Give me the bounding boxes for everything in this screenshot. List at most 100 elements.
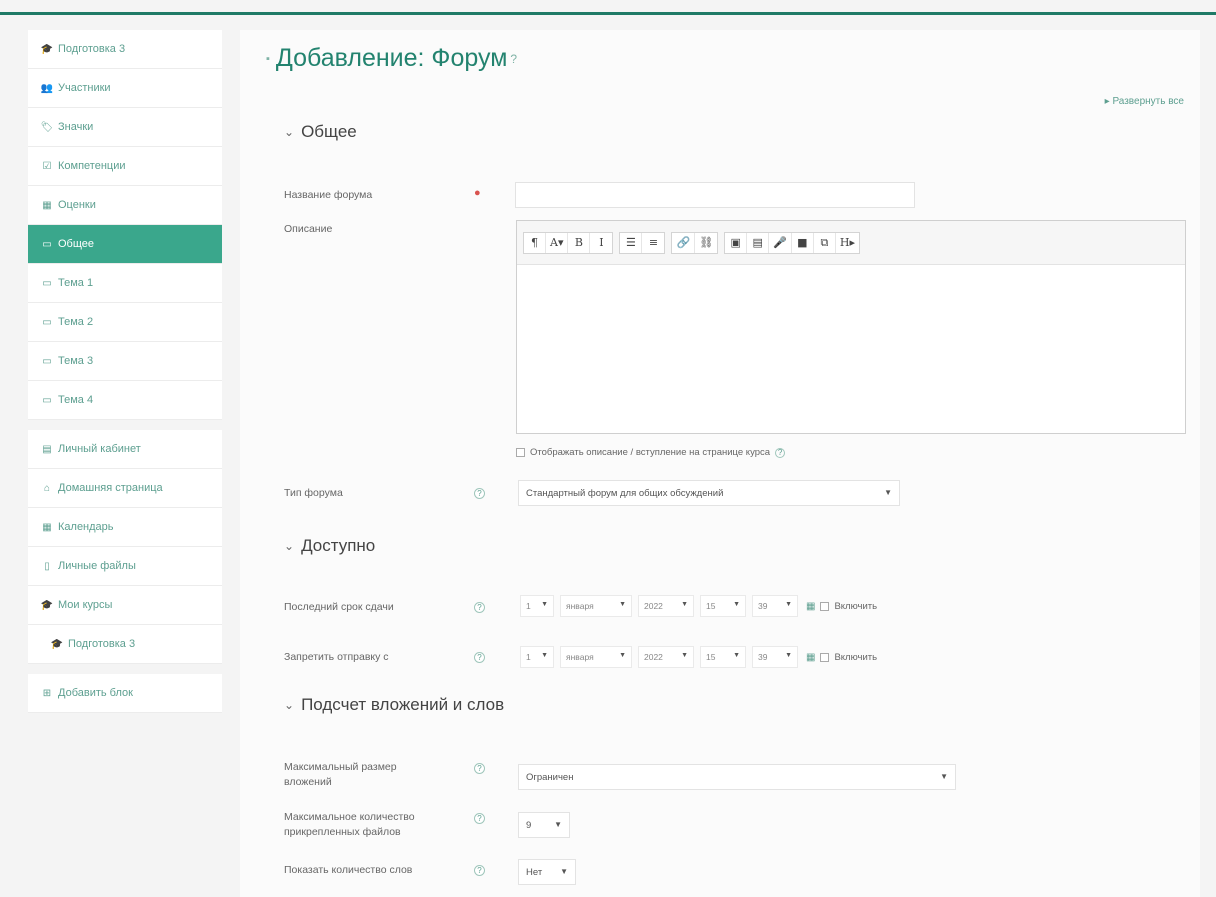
help-icon[interactable]: ?	[775, 447, 786, 458]
help-icon[interactable]: ?	[474, 865, 485, 876]
sidebar-item[interactable]: ▦ Оценки	[28, 186, 222, 225]
forum-type-select[interactable]: Стандартный форум для общих обсуждений ▼	[518, 480, 900, 506]
sidebar-item[interactable]: ⌂ Домашняя страница	[28, 469, 222, 508]
enable-toggle: Включить	[820, 601, 877, 612]
audio-button[interactable]: 🎤	[769, 232, 792, 253]
year-value: 2022	[644, 652, 663, 662]
help-icon[interactable]: ?	[510, 52, 517, 66]
toolbar-group: ☰ ≡	[619, 231, 666, 254]
help-icon[interactable]: ?	[474, 602, 485, 613]
sidebar-item-label: Тема 2	[58, 316, 94, 328]
description-label: Описание	[284, 223, 333, 235]
section-general-header[interactable]: ⌄ Общее	[284, 122, 357, 142]
bold-button[interactable]: B	[568, 232, 591, 253]
ordered-list-button[interactable]: ≡	[642, 233, 664, 253]
caret-down-icon: ▼	[541, 601, 548, 608]
section-availability-header[interactable]: ⌄ Доступно	[284, 536, 375, 556]
forum-type-value: Стандартный форум для общих обсуждений	[526, 487, 724, 499]
sidebar-item[interactable]: 🎓 Мои курсы	[28, 586, 222, 625]
folder-icon: ▭	[42, 355, 52, 367]
year-value: 2022	[644, 601, 663, 611]
caret-down-icon: ▼	[785, 601, 792, 608]
help-icon[interactable]: ?	[474, 813, 485, 824]
sidebar-item-label: Оценки	[58, 199, 96, 211]
description-editor: ¶ A▾ B I ☰ ≡ 🔗 ⛓ ▣ ▤ 🎤 ■ ⧉ H▸	[516, 220, 1186, 434]
forum-type-label: Тип форума	[284, 487, 343, 499]
sidebar-item[interactable]: ▭ Тема 4	[28, 381, 222, 420]
sidebar-item[interactable]: ▭ Общее	[28, 225, 222, 264]
folder-icon: ▭	[42, 277, 52, 289]
max-attachment-size-select[interactable]: Ограничен ▼	[518, 764, 956, 790]
section-availability-title: Доступно	[301, 536, 376, 555]
sidebar-item[interactable]: ▤ Личный кабинет	[28, 430, 222, 469]
sidebar-item[interactable]: ▦ Календарь	[28, 508, 222, 547]
media-button[interactable]: ▤	[747, 232, 770, 253]
hour-select[interactable]: 15 ▼	[700, 646, 746, 668]
caret-down-icon: ▼	[940, 772, 948, 781]
sidebar-item-label: Подготовка 3	[58, 43, 126, 55]
italic-button[interactable]: I	[590, 233, 612, 253]
video-button[interactable]: ■	[792, 232, 814, 253]
sidebar-item[interactable]: ▯ Личные файлы	[28, 547, 222, 586]
chevron-down-icon: ⌄	[284, 539, 295, 553]
expand-all-link[interactable]: ▸ Развернуть все	[1105, 96, 1184, 107]
unlink-button[interactable]: ⛓	[695, 233, 717, 253]
year-select[interactable]: 2022 ▼	[638, 646, 694, 668]
max-attachments-value: 9	[526, 819, 532, 831]
show-description-checkbox[interactable]	[516, 448, 525, 457]
sidebar-item[interactable]: 🏷 Значки	[28, 108, 222, 147]
sidebar-item[interactable]: ▭ Тема 1	[28, 264, 222, 303]
hour-select[interactable]: 15 ▼	[700, 595, 746, 617]
sidebar-item-label: Общее	[58, 238, 95, 250]
minute-value: 39	[758, 601, 768, 611]
toolbar-group: ▣ ▤ 🎤 ■ ⧉ H▸	[724, 231, 860, 254]
help-icon[interactable]: ?	[474, 763, 485, 774]
sidebar-item[interactable]: 🎓 Подготовка 3	[28, 30, 222, 69]
sidebar-item[interactable]: 👥 Участники	[28, 69, 222, 108]
file-button[interactable]: ⧉	[814, 232, 836, 253]
day-select[interactable]: 1 ▼	[520, 646, 554, 668]
required-icon: ●	[474, 187, 481, 199]
max-attachment-size-label: Максимальный размер вложений	[284, 761, 397, 788]
year-select[interactable]: 2022 ▼	[638, 595, 694, 617]
month-select[interactable]: января ▼	[560, 595, 632, 617]
due-date-row: 1 ▼ января ▼ 2022 ▼ 15 ▼ 39 ▼ ▦ Включить	[520, 595, 877, 617]
font-style-button[interactable]: A▾	[546, 232, 569, 253]
sidebar-item[interactable]: ☑ Компетенции	[28, 147, 222, 186]
badge-icon: 🏷	[40, 121, 54, 133]
enable-checkbox[interactable]	[820, 601, 830, 611]
minute-value: 39	[758, 652, 768, 662]
folder-icon: ▭	[42, 394, 52, 406]
check-square-icon: ☑	[42, 160, 52, 172]
show-description-row: Отображать описание / вступление на стра…	[516, 447, 786, 458]
enable-checkbox[interactable]	[820, 652, 830, 662]
unordered-list-button[interactable]: ☰	[620, 232, 643, 253]
help-icon[interactable]: ?	[474, 488, 485, 499]
paragraph-button[interactable]: ¶	[524, 232, 546, 253]
description-textarea[interactable]	[517, 265, 1185, 433]
help-icon[interactable]: ?	[474, 652, 485, 663]
sidebar-item[interactable]: ⊞ Добавить блок	[28, 674, 222, 713]
month-select[interactable]: января ▼	[560, 646, 632, 668]
sidebar-item[interactable]: ▭ Тема 3	[28, 342, 222, 381]
day-select[interactable]: 1 ▼	[520, 595, 554, 617]
calendar-icon[interactable]: ▦	[806, 601, 815, 612]
day-value: 1	[526, 652, 531, 662]
section-attachments-header[interactable]: ⌄ Подсчет вложений и слов	[284, 695, 504, 715]
calendar-icon[interactable]: ▦	[806, 652, 815, 663]
sidebar-item[interactable]: 🎓 Подготовка 3	[28, 625, 222, 664]
sidebar-item[interactable]: ▭ Тема 2	[28, 303, 222, 342]
h5p-button[interactable]: H▸	[836, 233, 859, 253]
sidebar-item-label: Календарь	[58, 521, 114, 533]
editor-toolbar: ¶ A▾ B I ☰ ≡ 🔗 ⛓ ▣ ▤ 🎤 ■ ⧉ H▸	[517, 221, 1185, 265]
forum-name-input[interactable]	[515, 182, 915, 208]
word-count-select[interactable]: Нет ▼	[518, 859, 576, 885]
max-attachments-label: Максимальное количество прикрепленных фа…	[284, 811, 415, 838]
image-button[interactable]: ▣	[725, 232, 748, 253]
caret-down-icon: ▼	[733, 652, 740, 659]
max-attachments-select[interactable]: 9 ▼	[518, 812, 570, 838]
minute-select[interactable]: 39 ▼	[752, 595, 798, 617]
link-button[interactable]: 🔗	[672, 232, 696, 253]
caret-down-icon: ▼	[681, 652, 688, 659]
minute-select[interactable]: 39 ▼	[752, 646, 798, 668]
